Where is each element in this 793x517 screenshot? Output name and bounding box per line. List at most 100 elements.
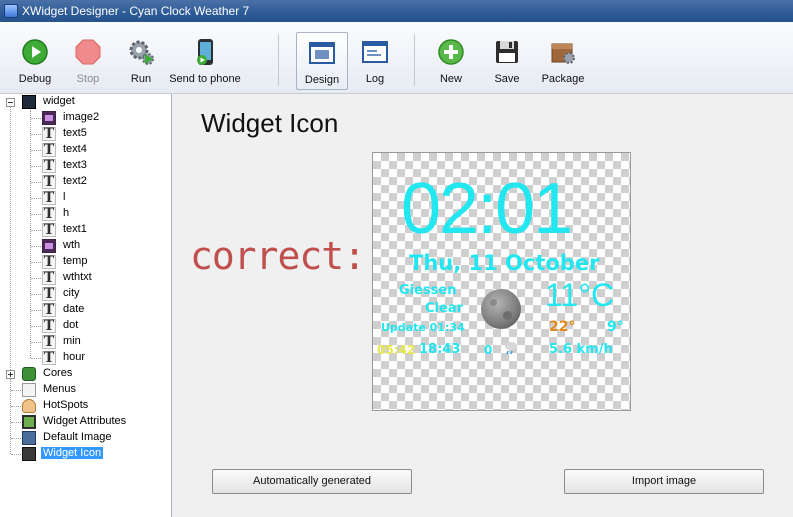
text-icon: T <box>42 302 56 318</box>
log-button[interactable]: Log <box>350 32 400 90</box>
preview-city: Giessen <box>399 283 457 298</box>
preview-date: Thu, 11 October <box>409 251 600 275</box>
save-label: Save <box>494 73 520 85</box>
widget-collapse-toggle[interactable] <box>6 98 15 107</box>
stop-button[interactable]: Stop <box>64 32 112 90</box>
design-label: Design <box>304 74 340 86</box>
tree-label: l <box>63 191 66 203</box>
package-button[interactable]: Package <box>538 32 588 90</box>
tree-connector <box>31 198 41 199</box>
design-button[interactable]: Design <box>296 32 348 90</box>
preview-update: Update 01:34 <box>381 321 465 334</box>
text-icon: T <box>42 190 56 206</box>
preview-high: 22° <box>549 319 576 335</box>
tree-connector <box>31 134 41 135</box>
text-icon: T <box>42 126 56 142</box>
tree-label: text2 <box>63 175 87 187</box>
text-icon: T <box>42 158 56 174</box>
tree-label: Menus <box>43 383 77 395</box>
monitor-icon <box>22 431 36 445</box>
cores-expand-toggle[interactable] <box>6 370 15 379</box>
title-bar: XWidget Designer - Cyan Clock Weather 7 <box>0 0 793 22</box>
tree-connector <box>30 110 31 358</box>
tree-connector <box>31 278 41 279</box>
new-button[interactable]: New <box>428 32 474 90</box>
preview-sunset: 18:43 <box>419 342 461 357</box>
tree-label: city <box>63 287 80 299</box>
log-label: Log <box>365 73 385 85</box>
tree-label: min <box>63 335 81 347</box>
stop-label: Stop <box>76 73 100 85</box>
import-image-button[interactable]: Import image <box>564 469 764 494</box>
tree-connector <box>11 422 21 423</box>
tree-label: temp <box>63 255 88 267</box>
stop-icon <box>75 39 101 65</box>
image-icon <box>42 239 56 253</box>
debug-label: Debug <box>18 73 52 85</box>
tree-connector <box>31 150 41 151</box>
tree-label: Default Image <box>43 431 112 443</box>
tree-label: text4 <box>63 143 87 155</box>
image-icon <box>42 111 56 125</box>
automatically-generated-button[interactable]: Automatically generated <box>212 469 412 494</box>
widget-icon <box>22 95 36 109</box>
preview-rain: 0 <box>484 343 493 357</box>
menu-icon <box>22 383 36 397</box>
annotation-text: correct: <box>190 234 366 278</box>
tree-connector <box>31 246 41 247</box>
send-to-phone-button[interactable]: Send to phone <box>166 32 244 90</box>
tree-connector <box>11 454 21 455</box>
tree-label: text1 <box>63 223 87 235</box>
tree-label: widget <box>43 95 75 107</box>
package-icon <box>551 43 575 64</box>
save-button[interactable]: Save <box>484 32 530 90</box>
tree-connector <box>31 326 41 327</box>
toolbar-separator <box>278 34 279 86</box>
tree-connector <box>31 230 41 231</box>
project-tree: widget image2 T text5 T text4 T text3 T … <box>0 94 172 517</box>
preview-condition: Clear <box>425 301 463 316</box>
tree-connector <box>31 262 41 263</box>
tree-connector <box>31 358 41 359</box>
phone-icon <box>197 39 213 65</box>
tree-label: h <box>63 207 70 219</box>
text-icon: T <box>42 286 56 302</box>
moon-icon <box>481 289 521 329</box>
text-icon: T <box>42 222 56 238</box>
preview-temperature: 11°C <box>545 277 615 313</box>
tree-label: HotSpots <box>43 399 89 411</box>
tree-label: wth <box>63 239 81 251</box>
tree-label: text5 <box>63 127 87 139</box>
main-panel: Widget Icon correct: 02:01 Thu, 11 Octob… <box>173 94 793 517</box>
window-title: XWidget Designer - Cyan Clock Weather 7 <box>22 4 250 18</box>
tree-label: dot <box>63 319 79 331</box>
preview-clock: 02:01 <box>401 169 573 249</box>
tree-label: Widget Icon <box>41 447 104 459</box>
floppy-disk-icon <box>496 41 518 63</box>
preview-low: 9° <box>607 319 624 335</box>
tree-label: text3 <box>63 159 87 171</box>
attributes-icon <box>22 415 36 429</box>
tree-connector <box>31 294 41 295</box>
tree-connector <box>31 182 41 183</box>
debug-button[interactable]: Debug <box>10 32 60 90</box>
text-icon: T <box>42 254 56 270</box>
preview-sunrise: 05:42 <box>377 343 416 357</box>
design-icon <box>309 42 335 64</box>
tree-connector <box>31 310 41 311</box>
tree-label: wthtxt <box>63 271 92 283</box>
preview-wind: 5.6 km/h <box>549 342 613 357</box>
tree-connector <box>11 438 21 439</box>
page-title: Widget Icon <box>201 108 339 138</box>
text-icon: T <box>42 350 56 366</box>
text-icon: T <box>42 206 56 222</box>
app-icon <box>4 4 18 18</box>
text-icon: T <box>42 174 56 190</box>
tree-label: image2 <box>63 111 100 123</box>
tree-connector <box>31 342 41 343</box>
package-label: Package <box>541 73 585 85</box>
tree-label: hour <box>63 351 86 363</box>
run-button[interactable]: Run <box>117 32 165 90</box>
toolbar: Debug Stop Run Send to phone Design Log … <box>0 22 793 94</box>
log-icon <box>362 41 388 63</box>
